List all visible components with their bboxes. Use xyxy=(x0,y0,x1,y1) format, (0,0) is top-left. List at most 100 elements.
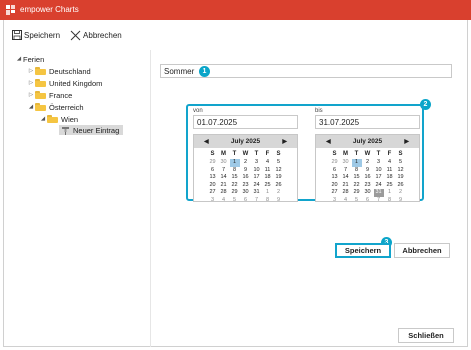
expanded-arrow-icon[interactable]: ◢ xyxy=(15,56,23,62)
calendar-day[interactable]: 1 xyxy=(229,159,240,167)
calendar-day[interactable]: 12 xyxy=(396,167,406,175)
to-date-input[interactable]: 31.07.2025 xyxy=(315,115,420,129)
from-date-input[interactable]: 01.07.2025 xyxy=(193,115,298,129)
calendar-day[interactable]: 20 xyxy=(208,182,218,190)
calendar-day[interactable]: 29 xyxy=(230,189,240,197)
calendar-day[interactable]: 13 xyxy=(330,174,340,182)
toolbar-save-button[interactable]: Speichern xyxy=(12,30,60,40)
tree-item-ferien[interactable]: ◢ Ferien xyxy=(15,54,44,64)
calendar-day[interactable]: 8 xyxy=(385,197,395,205)
expanded-arrow-icon[interactable]: ◢ xyxy=(39,116,47,122)
calendar-day[interactable]: 14 xyxy=(219,174,229,182)
previous-month-icon[interactable]: ◀ xyxy=(326,138,331,145)
calendar-day[interactable]: 8 xyxy=(230,167,240,175)
tree-item-wien[interactable]: ◢ Wien xyxy=(39,114,78,124)
calendar-day[interactable]: 11 xyxy=(385,167,395,175)
calendar-day[interactable]: 11 xyxy=(263,167,273,175)
calendar-day[interactable]: 7 xyxy=(219,167,229,175)
calendar-day[interactable]: 2 xyxy=(241,159,251,167)
calendar-day[interactable]: 30 xyxy=(241,189,251,197)
calendar-day[interactable]: 24 xyxy=(374,182,384,190)
calendar-day[interactable]: 1 xyxy=(263,189,273,197)
tree-item-france[interactable]: ▷ France xyxy=(27,90,72,100)
calendar-day[interactable]: 3 xyxy=(374,159,384,167)
calendar-day[interactable]: 15 xyxy=(352,174,362,182)
next-month-icon[interactable]: ▶ xyxy=(282,138,287,145)
calendar-day[interactable]: 9 xyxy=(363,167,373,175)
collapsed-arrow-icon[interactable]: ▷ xyxy=(27,68,35,74)
calendar-day[interactable]: 16 xyxy=(241,174,251,182)
calendar-day[interactable]: 22 xyxy=(352,182,362,190)
calendar-day[interactable]: 24 xyxy=(252,182,262,190)
calendar-day[interactable]: 17 xyxy=(252,174,262,182)
calendar-day[interactable]: 9 xyxy=(274,197,284,205)
calendar-day[interactable]: 3 xyxy=(252,159,262,167)
calendar-day[interactable]: 4 xyxy=(385,159,395,167)
calendar-day[interactable]: 23 xyxy=(241,182,251,190)
collapsed-arrow-icon[interactable]: ▷ xyxy=(27,92,35,98)
calendar-day[interactable]: 7 xyxy=(374,197,384,205)
calendar-day[interactable]: 27 xyxy=(330,189,340,197)
calendar-day[interactable]: 1 xyxy=(351,159,362,167)
calendar-day[interactable]: 1 xyxy=(385,189,395,197)
close-button[interactable]: Schließen xyxy=(398,328,454,343)
calendar-day[interactable]: 9 xyxy=(396,197,406,205)
calendar-day[interactable]: 4 xyxy=(263,159,273,167)
calendar-day[interactable]: 23 xyxy=(363,182,373,190)
tree-item-united-kingdom[interactable]: ▷ United Kingdom xyxy=(27,78,103,88)
calendar-day[interactable]: 15 xyxy=(230,174,240,182)
cancel-button[interactable]: Abbrechen xyxy=(394,243,450,258)
calendar-day[interactable]: 3 xyxy=(208,197,218,205)
calendar-day[interactable]: 25 xyxy=(385,182,395,190)
calendar-day[interactable]: 7 xyxy=(252,197,262,205)
calendar-day[interactable]: 2 xyxy=(363,159,373,167)
collapsed-arrow-icon[interactable]: ▷ xyxy=(27,80,35,86)
calendar-day[interactable]: 30 xyxy=(363,189,373,197)
calendar-day[interactable]: 26 xyxy=(274,182,284,190)
calendar-day[interactable]: 12 xyxy=(274,167,284,175)
calendar-day[interactable]: 5 xyxy=(274,159,284,167)
calendar-day[interactable]: 10 xyxy=(374,167,384,175)
calendar-day[interactable]: 6 xyxy=(208,167,218,175)
calendar-day[interactable]: 30 xyxy=(341,159,351,167)
calendar-day[interactable]: 17 xyxy=(374,174,384,182)
previous-month-icon[interactable]: ◀ xyxy=(204,138,209,145)
calendar-day[interactable]: 29 xyxy=(352,189,362,197)
calendar-day[interactable]: 19 xyxy=(396,174,406,182)
calendar-day[interactable]: 28 xyxy=(219,189,229,197)
calendar-day[interactable]: 20 xyxy=(330,182,340,190)
calendar-day[interactable]: 16 xyxy=(363,174,373,182)
save-button[interactable]: Speichern xyxy=(335,243,391,258)
calendar-day[interactable]: 2 xyxy=(396,189,406,197)
calendar-day[interactable]: 7 xyxy=(341,167,351,175)
calendar-day[interactable]: 18 xyxy=(385,174,395,182)
tree-item-neuer-eintrag[interactable]: Neuer Eintrag xyxy=(59,125,124,135)
tree-item-deutschland[interactable]: ▷ Deutschland xyxy=(27,66,91,76)
calendar-day[interactable]: 8 xyxy=(263,197,273,205)
calendar-day[interactable]: 29 xyxy=(208,159,218,167)
calendar-day[interactable]: 13 xyxy=(208,174,218,182)
next-month-icon[interactable]: ▶ xyxy=(404,138,409,145)
calendar-day[interactable]: 10 xyxy=(252,167,262,175)
calendar-day[interactable]: 9 xyxy=(241,167,251,175)
calendar-day[interactable]: 31 xyxy=(373,189,384,197)
calendar-day[interactable]: 3 xyxy=(330,197,340,205)
calendar-day[interactable]: 5 xyxy=(230,197,240,205)
calendar-day[interactable]: 22 xyxy=(230,182,240,190)
expanded-arrow-icon[interactable]: ◢ xyxy=(27,104,35,110)
calendar-day[interactable]: 2 xyxy=(274,189,284,197)
calendar-day[interactable]: 30 xyxy=(219,159,229,167)
calendar-day[interactable]: 5 xyxy=(352,197,362,205)
tree-item-oesterreich[interactable]: ◢ Österreich xyxy=(27,102,84,112)
calendar-day[interactable]: 25 xyxy=(263,182,273,190)
calendar-day[interactable]: 19 xyxy=(274,174,284,182)
calendar-day[interactable]: 21 xyxy=(219,182,229,190)
calendar-day[interactable]: 26 xyxy=(396,182,406,190)
toolbar-cancel-button[interactable]: Abbrechen xyxy=(70,30,122,41)
from-month-label[interactable]: July 2025 xyxy=(231,138,260,145)
calendar-day[interactable]: 4 xyxy=(341,197,351,205)
calendar-day[interactable]: 6 xyxy=(330,167,340,175)
calendar-day[interactable]: 31 xyxy=(252,189,262,197)
calendar-day[interactable]: 8 xyxy=(352,167,362,175)
calendar-day[interactable]: 6 xyxy=(241,197,251,205)
